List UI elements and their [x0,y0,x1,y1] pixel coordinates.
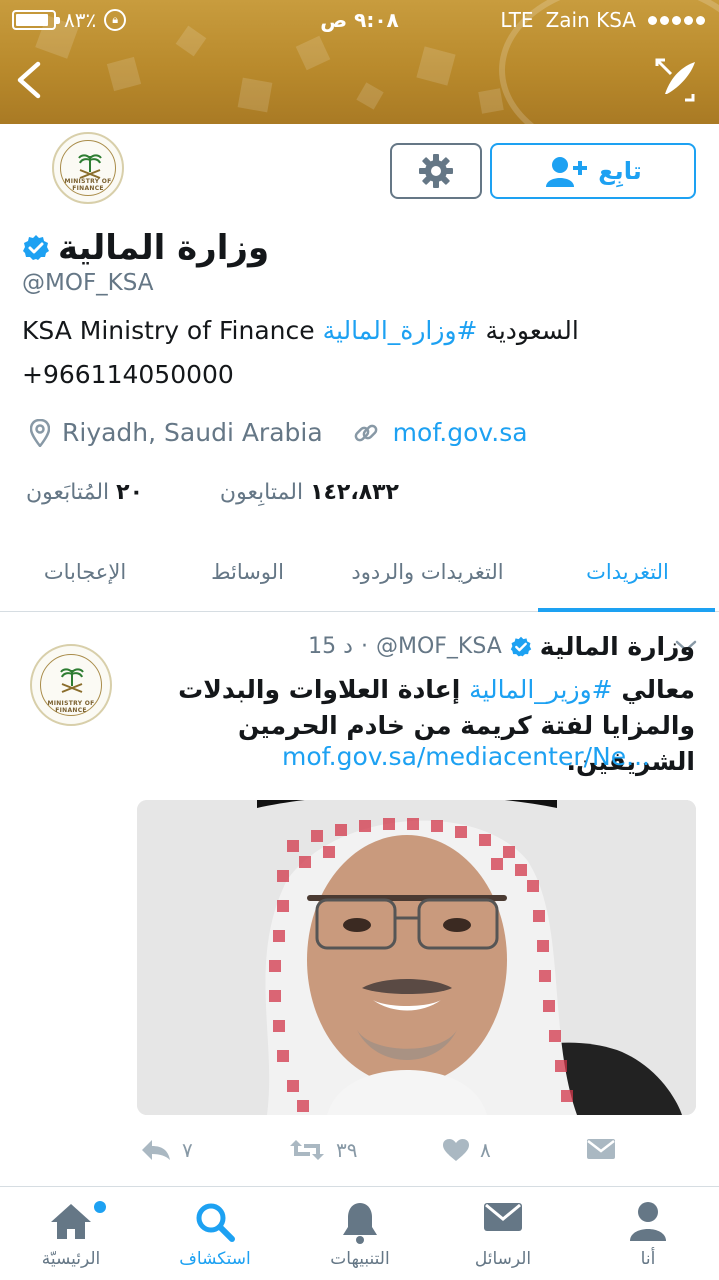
tweet-hashtag-link[interactable]: #وزير_المالية [469,675,613,704]
link-icon [354,424,378,441]
tweet-time: 15 د [308,634,353,659]
new-content-dot [94,1201,106,1213]
like-count: ٨ [480,1138,491,1162]
nav-notifications-label: التنبيهات [330,1249,390,1269]
settings-button[interactable] [390,143,482,199]
tweet-author-handle: @MOF_KSA [375,634,502,659]
nav-explore-label: استكشاف [179,1249,251,1269]
reply-icon [142,1140,170,1160]
profile-handle: @MOF_KSA [22,270,154,296]
verified-badge-icon [510,636,531,656]
envelope-icon [587,1139,615,1159]
retweet-icon [290,1140,324,1160]
bell-icon [343,1203,377,1244]
status-right: LTE Zain KSA [500,8,705,32]
signal-icon [648,15,705,25]
chevron-left-icon [17,61,41,99]
search-icon [196,1203,235,1242]
network-type: LTE [500,8,534,32]
bottom-tab-bar: الرئيسيّة استكشاف التنبيهات الرسائل أنا [0,1186,719,1280]
nav-home-label: الرئيسيّة [41,1249,101,1269]
tweet-text-start: معالي [621,675,695,704]
nav-me-label: أنا [640,1249,656,1269]
palm-swords-emblem-icon [60,668,84,693]
carrier-name: Zain KSA [545,8,636,32]
tweet-photo[interactable] [137,800,696,1115]
nav-messages-label: الرسائل [474,1249,532,1269]
tab-media[interactable]: الوسائط [185,560,310,584]
profile-website-link[interactable]: mof.gov.sa [393,418,528,447]
tweet-url-link[interactable]: mof.gov.sa/mediacenter/Ne... [282,742,650,771]
profile-tabs: التغريدات التغريدات والردود الوسائط الإع… [0,548,719,612]
tab-tweets-replies[interactable]: التغريدات والردود [330,560,525,584]
display-name: وزارة المالية [58,228,270,268]
profile-bio-line-1: KSA Ministry of Finance السعودية #وزارة_… [22,316,579,345]
following-stat[interactable]: ٢٠ المُتابَعون [26,480,143,505]
reply-count: ٧ [182,1138,193,1162]
nav-explore[interactable]: استكشاف [145,1187,285,1280]
active-tab-indicator [538,608,715,612]
share-dm-action[interactable] [586,1138,616,1160]
logo-caption: MINISTRY OF FINANCE [47,700,95,714]
status-bar: ٨٣٪ 🔒︎ ٩:٠٨ ص LTE Zain KSA [0,0,719,40]
tweet-header: وزارة المالية @MOF_KSA · 15 د [308,632,695,661]
like-action[interactable]: ٨ [442,1138,491,1162]
logo-caption: MINISTRY OF FINANCE [64,178,112,192]
nav-me[interactable]: أنا [578,1187,718,1280]
back-button[interactable] [10,56,50,104]
followers-stat[interactable]: ١٤٢،٨٣٢ المتابِعون [220,480,399,505]
nav-notifications[interactable]: التنبيهات [290,1187,430,1280]
retweet-count: ٣٩ [336,1138,358,1162]
nav-messages[interactable]: الرسائل [433,1187,573,1280]
verified-badge-icon [23,235,49,260]
retweet-action[interactable]: ٣٩ [288,1138,357,1162]
follow-button[interactable]: تابِع [490,143,696,199]
following-label: المُتابَعون [26,480,110,505]
following-count: ٢٠ [116,480,143,505]
person-icon [630,1202,666,1241]
portrait-photo [137,800,696,1115]
reply-action[interactable]: ٧ [140,1138,193,1162]
bio-hashtag-link[interactable]: #وزارة_المالية [323,316,478,345]
followers-count: ١٤٢،٨٣٢ [310,480,399,505]
profile-name-row: وزارة المالية [22,228,269,268]
compose-feather-icon [655,58,695,102]
profile-avatar[interactable]: MINISTRY OF FINANCE [52,132,124,204]
nav-home[interactable]: الرئيسيّة [1,1187,141,1280]
tab-likes[interactable]: الإعجابات [10,560,160,584]
gear-icon [419,154,453,188]
envelope-icon [484,1203,522,1231]
home-icon [51,1204,91,1239]
tweet-author-avatar[interactable]: MINISTRY OF FINANCE [30,644,112,726]
location-pin-icon [30,418,50,447]
profile-meta-row: Riyadh, Saudi Arabia mof.gov.sa [30,418,528,447]
bio-text: KSA Ministry of Finance السعودية [22,316,579,345]
heart-icon [443,1139,469,1161]
tweet-author-name[interactable]: وزارة المالية [540,632,695,661]
tweet-separator: · [360,634,368,659]
tab-tweets[interactable]: التغريدات [540,560,715,584]
profile-phone: +966114050000 [22,360,234,389]
compose-tweet-button[interactable] [651,56,699,104]
add-user-icon [546,157,588,187]
profile-location: Riyadh, Saudi Arabia [62,418,323,447]
followers-label: المتابِعون [219,480,304,505]
follow-label: تابِع [598,157,642,185]
